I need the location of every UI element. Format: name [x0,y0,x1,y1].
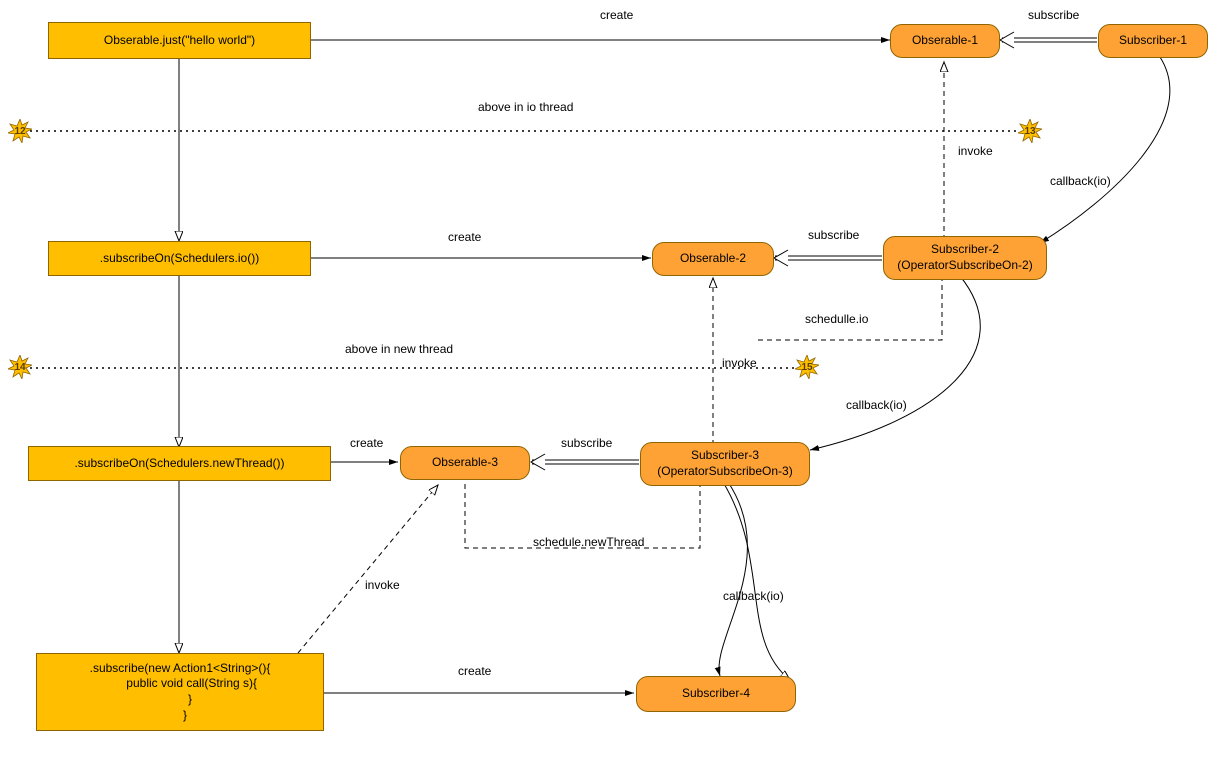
label-create-3: create [350,436,383,450]
star-13-label: 13 [1024,126,1035,137]
label-callback-3: callback(io) [723,589,784,603]
node-observable-1: Obserable-1 [890,24,1000,58]
node-subscribeon-io: .subscribeOn(Schedulers.io()) [48,241,311,276]
node-subscriber-1: Subscriber-1 [1098,24,1208,58]
label-invoke-3: invoke [365,578,400,592]
node-observable-2-text: Obserable-2 [680,251,746,267]
node-subscribe-action: .subscribe(new Action1<String>(){ public… [36,653,324,731]
node-subscriber-4: Subscriber-4 [636,676,796,712]
star-13: 13 [1018,119,1042,143]
node-subscriber-3: Subscriber-3 (OperatorSubscribeOn-3) [640,442,810,486]
label-subscribe-1: subscribe [1028,8,1079,22]
node-observable-1-text: Obserable-1 [912,33,978,49]
label-above-io: above in io thread [478,100,573,114]
connectors-layer [0,0,1220,757]
star-15: 15 [795,355,819,379]
label-create-2: create [448,230,481,244]
label-create-1: create [600,8,633,22]
node-observable-3: Obserable-3 [400,446,530,480]
label-schedule-io: schedulle.io [805,312,868,326]
star-12: 12 [8,119,32,143]
star-12-label: 12 [14,126,25,137]
label-above-new: above in new thread [345,342,453,356]
node-subscriber-2: Subscriber-2 (OperatorSubscribeOn-2) [883,236,1047,280]
node-subscriber-1-text: Subscriber-1 [1119,33,1187,49]
node-observable-3-text: Obserable-3 [432,455,498,471]
node-subscriber-2-text: Subscriber-2 (OperatorSubscribeOn-2) [897,242,1032,273]
node-subscribeon-newthread: .subscribeOn(Schedulers.newThread()) [28,446,331,481]
star-15-label: 15 [801,362,812,373]
diagram-canvas: 12 13 14 15 Obserable.just("hello world"… [0,0,1220,757]
star-14: 14 [8,355,32,379]
label-subscribe-2: subscribe [808,228,859,242]
label-invoke-2: invoke [722,356,757,370]
node-subscribeon-newthread-text: .subscribeOn(Schedulers.newThread()) [74,456,284,472]
node-subscribeon-io-text: .subscribeOn(Schedulers.io()) [100,251,259,267]
label-invoke-1: invoke [958,144,993,158]
node-subscriber-3-text: Subscriber-3 (OperatorSubscribeOn-3) [657,448,792,479]
label-subscribe-3: subscribe [561,436,612,450]
label-callback-2: callback(io) [846,398,907,412]
node-observable-2: Obserable-2 [652,242,774,276]
label-schedule-new: schedule.newThread [533,535,644,549]
label-callback-1: callback(io) [1050,174,1111,188]
node-subscriber-4-text: Subscriber-4 [682,686,750,702]
node-observable-just: Obserable.just("hello world") [48,22,311,59]
node-observable-just-text: Obserable.just("hello world") [104,33,255,49]
star-14-label: 14 [14,362,25,373]
label-create-4: create [458,664,491,678]
node-subscribe-action-text: .subscribe(new Action1<String>(){ public… [90,661,271,723]
